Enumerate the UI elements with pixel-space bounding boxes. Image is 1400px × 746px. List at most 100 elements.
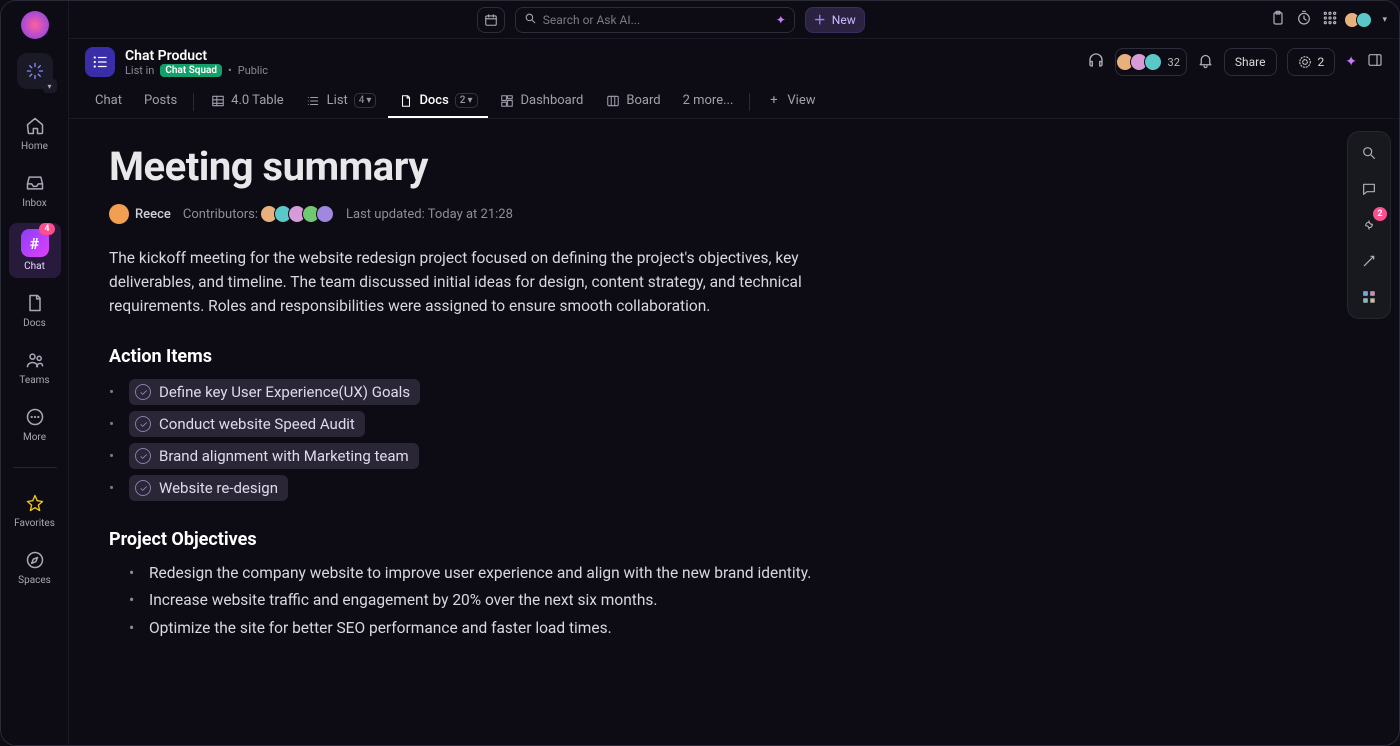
bell-icon[interactable] [1197,52,1214,73]
app-logo-icon[interactable] [21,11,49,39]
people-count: 32 [1168,56,1180,69]
calendar-button[interactable] [477,7,505,33]
list-item[interactable]: Increase website traffic and engagement … [109,589,869,612]
task-chip[interactable]: Website re-design [129,475,288,501]
check-circle-icon[interactable] [135,416,151,432]
plus-icon: + [766,93,781,108]
search-placeholder: Search or Ask AI... [543,13,770,27]
board-icon [605,93,620,108]
list-item[interactable]: Redesign the company website to improve … [109,562,869,585]
tab-docs[interactable]: Docs 2 ▾ [388,85,487,118]
nav-inbox-label: Inbox [22,198,46,209]
main-area: Search or Ask AI... ✦ ＋ New ▾ [69,1,1399,745]
star-icon [24,492,46,514]
nav-more-label: More [23,432,46,443]
timer-icon[interactable] [1296,10,1312,30]
doc-ai-button[interactable] [1354,210,1384,240]
apps-grid-icon[interactable] [1322,10,1338,30]
people-button[interactable]: 32 [1115,48,1187,76]
page-title: Chat Product [125,48,268,64]
chevron-down-icon[interactable]: ▾ [1382,15,1387,25]
topbar-avatars[interactable] [1348,12,1372,28]
task-chip[interactable]: Brand alignment with Marketing team [129,443,419,469]
home-icon [24,115,46,137]
task-chip[interactable]: Define key User Experience(UX) Goals [129,379,420,405]
search-input[interactable]: Search or Ask AI... ✦ [515,7,795,33]
clipboard-icon[interactable] [1270,10,1286,30]
list-item[interactable]: Website re-design [109,475,869,501]
action-items-heading[interactable]: Action Items [109,346,869,367]
doc-title[interactable]: Meeting summary [109,143,869,190]
expand-icon[interactable] [1367,52,1383,72]
nav-docs[interactable]: Docs [9,286,61,335]
check-circle-icon[interactable] [135,384,151,400]
space-badge[interactable]: Chat Squad [160,64,222,77]
check-circle-icon[interactable] [135,448,151,464]
nav-favorites[interactable]: Favorites [9,486,61,535]
docs-view-icon [398,93,413,108]
tab-table[interactable]: 4.0 Table [200,85,293,118]
nav-chat-label: Chat [24,261,45,272]
doc-content: Meeting summary Reece Contributors: [69,119,1399,745]
list-icon [85,47,115,77]
online-count: 2 [1318,55,1325,69]
nav-home[interactable]: Home [9,109,61,158]
tab-dashboard[interactable]: Dashboard [490,85,594,118]
tab-board[interactable]: Board [595,85,670,118]
chat-badge: 4 [39,223,54,235]
list-item[interactable]: Conduct website Speed Audit [109,411,869,437]
plus-icon: ＋ [814,11,826,28]
tab-more[interactable]: 2 more... [673,85,744,118]
nav-more[interactable]: More [9,400,61,449]
nav-favorites-label: Favorites [14,518,55,529]
nav-inbox[interactable]: Inbox [9,166,61,215]
doc-relations-button[interactable] [1354,282,1384,312]
list-item[interactable]: Define key User Experience(UX) Goals [109,379,869,405]
task-chip[interactable]: Conduct website Speed Audit [129,411,365,437]
objectives-heading[interactable]: Project Objectives [109,529,869,550]
doc-author[interactable]: Reece [109,204,171,224]
list-view-icon [306,93,321,108]
headphones-icon[interactable] [1087,51,1105,73]
ai-sparkle-icon[interactable]: ✦ [1345,54,1357,70]
doc-lead-paragraph[interactable]: The kickoff meeting for the website rede… [109,246,869,318]
list-item[interactable]: Optimize the site for better SEO perform… [109,617,869,640]
new-button[interactable]: ＋ New [805,7,865,33]
online-indicator[interactable]: 2 [1287,48,1336,76]
doc-comments-button[interactable] [1354,174,1384,204]
avatar [109,204,129,224]
avatar [1144,53,1162,71]
nav-teams-label: Teams [19,375,49,386]
ai-sparkle-icon: ✦ [776,13,786,27]
avatar [316,205,334,223]
teams-icon [24,349,46,371]
rail-separator [13,467,57,468]
tab-list[interactable]: List 4 ▾ [296,85,387,118]
share-button[interactable]: Share [1224,48,1277,76]
list-item[interactable]: Brand alignment with Marketing team [109,443,869,469]
inbox-icon [24,172,46,194]
tab-posts[interactable]: Posts [134,85,187,118]
search-icon [524,12,537,28]
nav-spaces[interactable]: Spaces [9,543,61,592]
last-updated: Last updated: Today at 21:28 [346,207,513,222]
tab-chat[interactable]: Chat [85,85,132,118]
nav-teams[interactable]: Teams [9,343,61,392]
nav-home-label: Home [21,141,48,152]
breadcrumb-prefix: List in [125,64,154,77]
doc-contributors[interactable]: Contributors: [183,205,334,223]
check-circle-icon[interactable] [135,480,151,496]
view-tabs: Chat Posts 4.0 Table List 4 ▾ Docs 2 ▾ D… [69,81,1399,119]
docs-count: 2 ▾ [455,93,478,108]
action-items-list: Define key User Experience(UX) Goals Con… [109,379,869,501]
new-button-label: New [832,13,856,27]
chevron-down-icon: ▾ [43,79,57,93]
add-view-button[interactable]: + View [756,85,825,118]
list-count: 4 ▾ [354,93,377,108]
doc-wand-button[interactable] [1354,246,1384,276]
nav-chat[interactable]: 4 # Chat [9,223,61,278]
doc-search-button[interactable] [1354,138,1384,168]
nav-spaces-label: Spaces [18,575,51,586]
workspace-switcher-button[interactable]: ▾ [17,53,53,89]
avatar [1356,12,1372,28]
